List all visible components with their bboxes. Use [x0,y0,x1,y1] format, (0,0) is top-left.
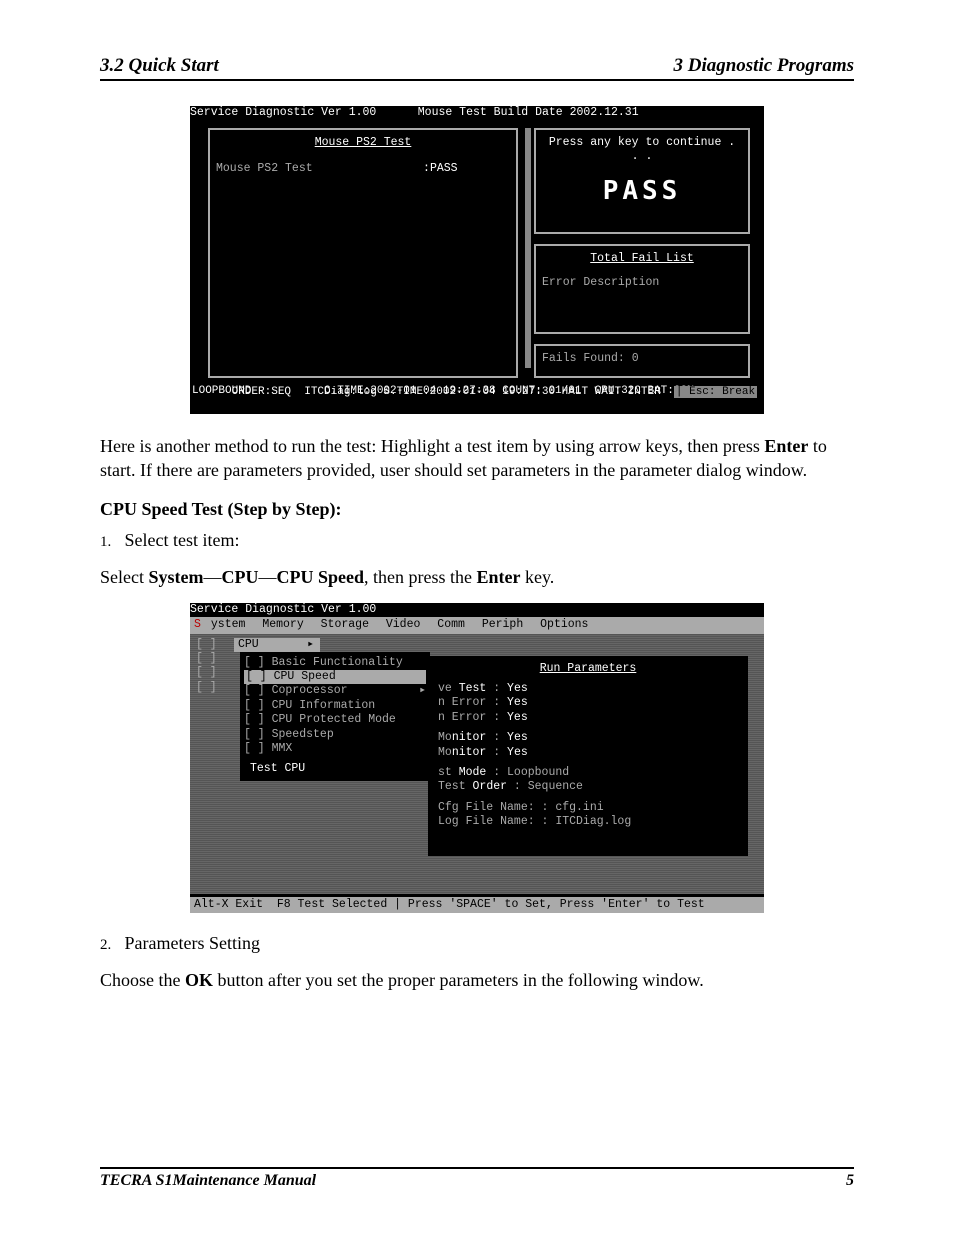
scr1-test-label: Mouse PS2 Test [216,162,313,175]
chevron-right-icon: ▸ [307,638,314,652]
sub-footer: Test CPU [244,762,426,776]
scr1-fail-list-panel: Total Fail List Error Description [534,244,750,334]
menu-video[interactable]: Video [386,618,421,631]
scr2-cpu-label: CPU [238,638,259,651]
params-header: Run Parameters [540,662,637,675]
footer-manual: TECRA S1Maintenance Manual [100,1172,316,1190]
scr2-menubar[interactable]: SSystemystem Memory Storage Video Comm P… [190,617,764,633]
scr1-fail-cols: Error Description [542,276,742,290]
menu-periph[interactable]: Periph [482,618,523,631]
scr1-status-line-2: ORDER:SEQ ITCDiag.log S.TIME:2002-01-04 … [192,372,762,413]
sub-mmx[interactable]: [ ] MMX [244,742,426,756]
scr1-fails-found: Fails Found: 0 [542,352,742,366]
chk-3[interactable]: [ ] [196,666,217,680]
sub-coprocessor[interactable]: [ ] Coprocessor▸ [244,684,426,698]
scr1-test-result: :PASS [423,162,458,175]
enter-key-ref: Enter [764,436,808,456]
sub-cpu-protected[interactable]: [ ] CPU Protected Mode [244,713,426,727]
param-order: Test Order : Sequence [438,780,738,794]
scr1-right-top-panel: Press any key to continue . . . PASS [534,128,750,234]
scr2-cpu-submenu: [ ] Basic Functionality [ ] CPU Speed [ … [240,652,430,781]
header-right: 3 Diagnostic Programs [673,55,854,77]
step-1-num: 1. [100,534,120,551]
param-log-file: Log File Name: : ITCDiag.log [438,815,738,829]
scr1-status-2a: ORDER:SEQ ITCDiag.log S.TIME:2002-01-04 … [232,386,674,398]
menu-memory[interactable]: Memory [262,618,303,631]
sub-cpu-speed[interactable]: [ ] CPU Speed [244,670,426,684]
param-test: ve Test : Yes [438,682,738,696]
menu-options[interactable]: Options [540,618,588,631]
step-1-text: Select test item: [125,530,240,550]
scr2-footer-bar: Alt-X Exit F8 Test Selected | Press 'SPA… [190,897,764,913]
step-1: 1. Select test item: [100,530,854,551]
para-run-test-method: Here is another method to run the test: … [100,434,854,483]
cpu-speed-heading: CPU Speed Test (Step by Step): [100,499,854,520]
param-monitor-2: Monitor : Yes [438,746,738,760]
step-2-text: Parameters Setting [125,933,260,953]
sub-cpu-info[interactable]: [ ] CPU Information [244,699,426,713]
chk-4[interactable]: [ ] [196,681,217,695]
scr2-cpu-menu-row[interactable]: CPU ▸ [234,638,320,652]
menu-system[interactable]: SSystemystem [194,618,245,631]
scr2-checkbox-col: [ ] [ ] [ ] [ ] [196,638,217,696]
scr2-run-params: Run Parameters ve Test : Yes n Error : Y… [428,656,748,856]
scr1-fail-list-header: Total Fail List [542,252,742,266]
screenshot-cpu-menu: Service Diagnostic Ver 1.00 SSystemystem… [190,603,764,913]
scr1-title-left: Service Diagnostic Ver 1.00 [190,106,376,119]
sub-basic-func[interactable]: [ ] Basic Functionality [244,656,426,670]
step-2-instruction: Choose the OK button after you set the p… [100,968,854,992]
page-header: 3.2 Quick Start 3 Diagnostic Programs [100,55,854,81]
param-monitor-1: Monitor : Yes [438,731,738,745]
scr1-test-row: Mouse PS2 Test :PASS [216,162,510,176]
scr1-titlebar: Service Diagnostic Ver 1.00 Mouse Test B… [190,106,764,120]
chk-1[interactable]: [ ] [196,638,217,652]
scr1-big-pass: PASS [542,175,742,208]
param-mode: st Mode : Loopbound [438,766,738,780]
param-error-1: n Error : Yes [438,696,738,710]
scr1-panel-title: Mouse PS2 Test [216,136,510,150]
scr1-title-right: Mouse Test Build Date 2002.12.31 [418,106,639,119]
chk-2[interactable]: [ ] [196,652,217,666]
param-cfg-file: Cfg File Name: : cfg.ini [438,801,738,815]
page-footer: TECRA S1Maintenance Manual 5 [100,1167,854,1190]
header-left: 3.2 Quick Start [100,55,219,77]
param-error-2: n Error : Yes [438,711,738,725]
scr2-title: Service Diagnostic Ver 1.00 [190,603,764,617]
sub-speedstep[interactable]: [ ] Speedstep [244,728,426,742]
screenshot-mouse-test: Service Diagnostic Ver 1.00 Mouse Test B… [190,106,764,414]
scr1-scrollbar[interactable] [525,128,531,368]
scr1-left-panel: Mouse PS2 Test Mouse PS2 Test :PASS [208,128,518,378]
menu-storage[interactable]: Storage [321,618,369,631]
scr1-press-key-msg: Press any key to continue . . . [542,136,742,165]
chevron-right-icon: ▸ [419,684,426,698]
scr1-esc-break[interactable]: | Esc: Break [674,386,757,398]
menu-comm[interactable]: Comm [437,618,465,631]
step-1-instruction: Select System—CPU—CPU Speed, then press … [100,565,854,589]
footer-page-num: 5 [846,1172,854,1190]
step-2: 2. Parameters Setting [100,933,854,954]
step-2-num: 2. [100,937,120,954]
